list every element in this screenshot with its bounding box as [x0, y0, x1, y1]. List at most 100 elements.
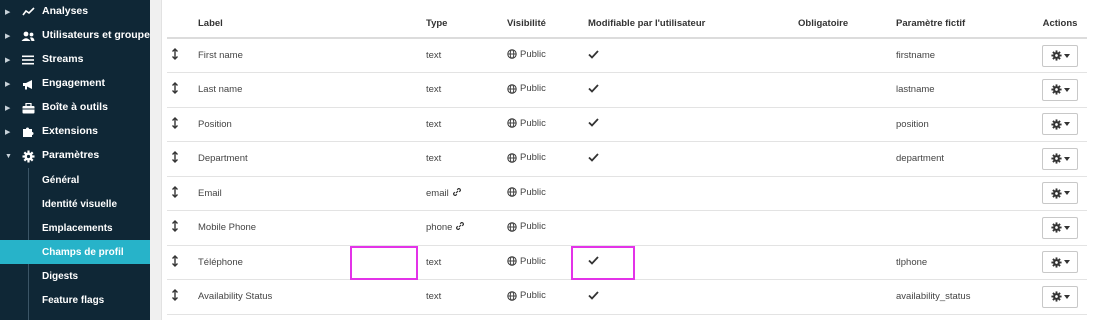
field-label: Department [194, 141, 422, 177]
sidebar-item-streams[interactable]: ▶ Streams [0, 48, 150, 72]
field-param-text: lastname [896, 84, 935, 96]
sidebar-item-analyses[interactable]: ▶ Analyses [0, 0, 150, 24]
sidebar-item-settings[interactable]: ▼ Paramètres [0, 144, 150, 168]
table-row: Availability Status text Public availabi… [167, 279, 1087, 315]
drag-handle-icon[interactable] [171, 254, 179, 267]
check-icon [588, 153, 599, 162]
actions-dropdown-button[interactable] [1042, 182, 1078, 205]
field-type: text [422, 38, 503, 73]
drag-handle-cell [167, 279, 194, 315]
table-row: Email email Public [167, 176, 1087, 211]
field-required [794, 210, 892, 246]
actions-dropdown-button[interactable] [1042, 285, 1078, 308]
highlight-box-label [350, 246, 418, 280]
header-type: Type [422, 10, 503, 39]
field-actions [1033, 245, 1087, 280]
sidebar-item-label: Engagement [42, 77, 106, 89]
field-param-text: position [896, 118, 929, 130]
sidebar-subitem-digests[interactable]: Digests [28, 264, 150, 288]
actions-dropdown-button[interactable] [1042, 113, 1078, 136]
field-param: position [892, 107, 1033, 142]
field-param-text: department [896, 153, 945, 165]
field-type-text: phone [426, 222, 453, 234]
field-label-text: Department [198, 153, 248, 165]
drag-handle-icon[interactable] [171, 48, 179, 60]
check-icon [588, 49, 599, 59]
sidebar-item-label: Analyses [42, 5, 89, 17]
sidebar-item-toolbox[interactable]: ▶ Boîte à outils [0, 96, 150, 120]
actions-dropdown-button[interactable] [1042, 251, 1078, 274]
field-label: Position [194, 107, 422, 142]
field-actions [1033, 210, 1087, 246]
field-required [794, 38, 892, 73]
field-param: department [892, 141, 1033, 177]
drag-handle-icon[interactable] [171, 185, 179, 198]
sidebar-subitem-more[interactable] [28, 312, 150, 320]
gear-icon [1050, 119, 1062, 130]
caret-down-icon [1063, 122, 1070, 127]
actions-dropdown-button[interactable] [1042, 44, 1078, 67]
field-actions [1033, 107, 1087, 142]
globe-icon [507, 221, 517, 232]
globe-icon [507, 290, 517, 301]
field-param-text: firstname [896, 50, 936, 61]
field-required [794, 72, 892, 108]
header-actions: Actions [1033, 10, 1087, 39]
sidebar-subitem-visual-identity[interactable]: Identité visuelle [28, 192, 150, 216]
field-visibility-text: Public [520, 255, 546, 267]
gear-icon [1050, 153, 1062, 164]
header-visibility: Visibilité [503, 10, 584, 39]
puzzle-icon [21, 125, 35, 139]
field-visibility: Public [503, 141, 584, 177]
field-type-text: text [426, 256, 442, 268]
sidebar-item-engagement[interactable]: ▶ Engagement [0, 72, 150, 96]
globe-icon [507, 187, 517, 197]
sidebar-subitem-general[interactable]: Général [28, 168, 150, 192]
field-param-text: availability_status [896, 291, 971, 303]
gear-icon [1050, 257, 1062, 268]
field-visibility: Public [503, 72, 584, 108]
field-visibility: Public [503, 279, 584, 315]
field-param: availability_status [892, 279, 1033, 315]
chevron-right-icon: ▶ [5, 105, 11, 112]
drag-handle-icon[interactable] [171, 289, 179, 302]
table-row: Position text Public position [167, 107, 1087, 142]
actions-dropdown-button[interactable] [1042, 78, 1078, 101]
actions-dropdown-button[interactable] [1042, 147, 1078, 170]
sidebar-item-label: Utilisateurs et groupes [42, 29, 150, 41]
header-label: Label [194, 10, 422, 39]
field-visibility-text: Public [520, 221, 546, 232]
sidebar-item-users-groups[interactable]: ▶ Utilisateurs et groupes [0, 24, 150, 48]
table-header-row: Label Type Visibilité Modifiable par l'u… [167, 10, 1087, 39]
field-required [794, 245, 892, 280]
drag-handle-icon[interactable] [171, 116, 179, 129]
field-param [892, 210, 1033, 246]
field-visibility-text: Public [520, 117, 546, 129]
table-row: Mobile Phone phone Public [167, 210, 1087, 246]
sidebar-item-label: Paramètres [42, 149, 100, 161]
drag-handle-icon[interactable] [171, 82, 179, 95]
sidebar-subitem-feature-flags[interactable]: Feature flags [28, 288, 150, 312]
megaphone-icon [21, 77, 35, 91]
link-icon [452, 187, 461, 196]
caret-down-icon [1063, 225, 1070, 230]
drag-handle-icon[interactable] [171, 151, 179, 164]
drag-handle-icon[interactable] [171, 220, 179, 233]
field-required [794, 176, 892, 211]
field-editable [584, 141, 794, 177]
field-actions [1033, 38, 1087, 73]
drag-handle-cell [167, 38, 194, 73]
sidebar-subitem-locations[interactable]: Emplacements [28, 216, 150, 240]
field-visibility-text: Public [520, 48, 546, 60]
field-param: tlphone [892, 245, 1033, 280]
sidebar-subitem-profile-fields[interactable]: Champs de profil [0, 240, 150, 264]
field-type: text [422, 141, 503, 177]
field-param-text: tlphone [896, 256, 928, 268]
drag-handle-cell [167, 210, 194, 246]
actions-dropdown-button[interactable] [1042, 216, 1078, 239]
sidebar-item-extensions[interactable]: ▶ Extensions [0, 120, 150, 144]
field-param [892, 176, 1033, 211]
caret-down-icon [1063, 191, 1070, 196]
gear-icon [21, 149, 35, 163]
field-visibility-text: Public [520, 186, 546, 198]
